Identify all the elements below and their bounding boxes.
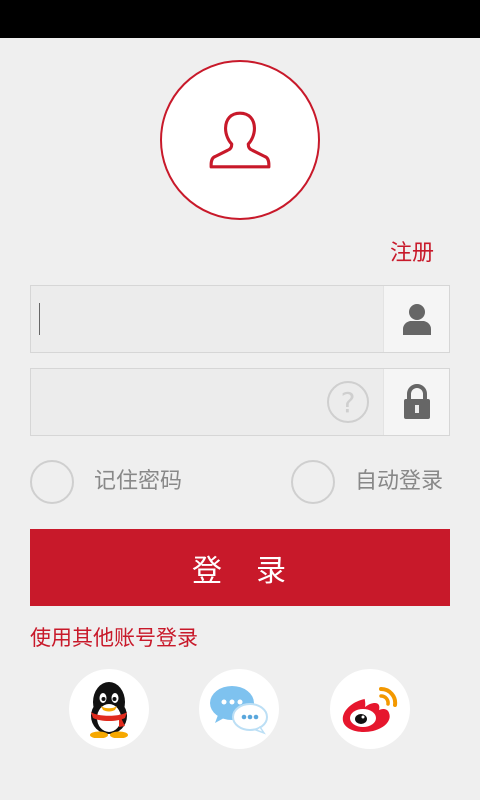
auto-login-option[interactable]: 自动登录 xyxy=(291,460,443,504)
lock-icon xyxy=(383,369,449,435)
remember-password-label: 记住密码 xyxy=(94,469,183,494)
avatar xyxy=(160,60,320,220)
qq-icon xyxy=(90,682,128,738)
weibo-login-button[interactable] xyxy=(330,669,410,749)
user-icon xyxy=(383,286,449,352)
username-input[interactable] xyxy=(31,286,383,352)
status-bar xyxy=(0,0,480,38)
auto-login-radio[interactable] xyxy=(291,460,335,504)
remember-password-option[interactable]: 记住密码 xyxy=(30,460,182,504)
register-link[interactable]: 注册 xyxy=(390,240,434,268)
qq-login-button[interactable] xyxy=(69,669,149,749)
password-field[interactable]: ? xyxy=(30,368,450,436)
text-caret xyxy=(39,303,40,335)
auto-login-label: 自动登录 xyxy=(355,469,444,494)
user-outline-icon xyxy=(209,111,271,169)
remember-password-radio[interactable] xyxy=(30,460,74,504)
help-icon[interactable]: ? xyxy=(327,381,369,423)
username-field[interactable] xyxy=(30,285,450,353)
weibo-icon xyxy=(342,686,398,732)
login-button[interactable]: 登 录 xyxy=(30,529,450,606)
wechat-login-button[interactable] xyxy=(199,669,279,749)
other-login-title: 使用其他账号登录 xyxy=(30,626,198,650)
wechat-icon xyxy=(210,686,268,735)
